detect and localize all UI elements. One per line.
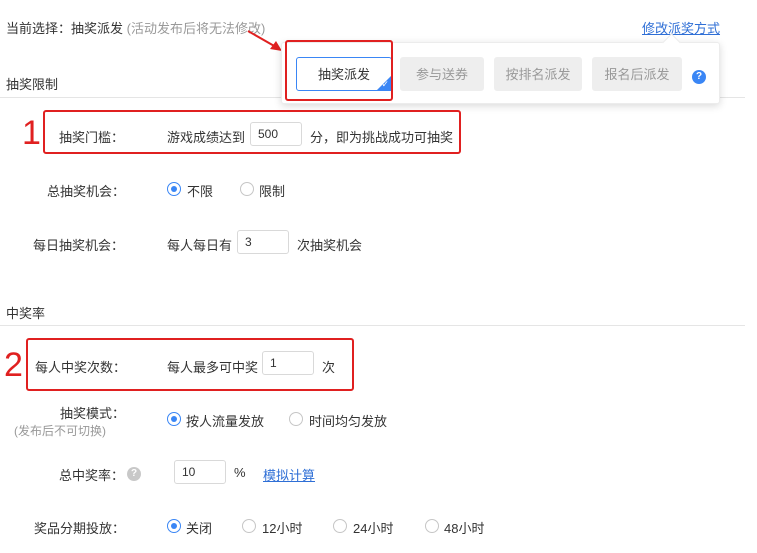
total-rate-unit: % xyxy=(234,465,246,480)
radio-staged-12h-label[interactable]: 12小时 xyxy=(262,518,302,537)
threshold-score-input[interactable] xyxy=(250,122,302,146)
radio-staged-48h-label[interactable]: 48小时 xyxy=(444,518,484,537)
option-participate-coupon[interactable]: 参与送券 xyxy=(400,57,484,91)
modify-method-link[interactable]: 修改派奖方式 xyxy=(642,18,720,37)
threshold-suffix: 分，即为挑战成功可抽奖 xyxy=(310,130,454,145)
daily-chance-suffix: 次抽奖机会 xyxy=(297,238,363,253)
option-rank-distribute[interactable]: 按排名派发 xyxy=(494,57,582,91)
radio-limited[interactable] xyxy=(240,182,254,196)
radio-staged-48h[interactable] xyxy=(425,519,439,533)
threshold-label: 抽奖门槛： xyxy=(59,130,125,145)
simulate-calc-link[interactable]: 模拟计算 xyxy=(263,465,315,484)
option-label: 参与送券 xyxy=(415,67,468,82)
annotation-box-option xyxy=(285,40,393,101)
option-after-signup[interactable]: 报名后派发 xyxy=(592,57,682,91)
annotation-marker-2: 2 xyxy=(4,346,23,384)
radio-unlimited-label[interactable]: 不限 xyxy=(187,181,213,200)
total-rate-label: 总中奖率： xyxy=(59,468,125,483)
radio-staged-24h-label[interactable]: 24小时 xyxy=(353,518,393,537)
radio-even-time-label[interactable]: 时间均匀发放 xyxy=(309,411,387,430)
threshold-prefix: 游戏成绩达到 xyxy=(167,130,246,145)
divider xyxy=(0,325,745,326)
option-label: 按排名派发 xyxy=(505,67,571,82)
total-rate-input[interactable] xyxy=(174,460,226,484)
mode-sublabel: (发布后不可切换) xyxy=(14,424,106,438)
section-title-win-rate: 中奖率 xyxy=(6,306,46,321)
section-title-lottery-limits: 抽奖限制 xyxy=(6,77,59,92)
mode-label: 抽奖模式： xyxy=(60,406,126,421)
radio-by-traffic[interactable] xyxy=(167,412,181,426)
help-icon[interactable]: ? xyxy=(127,467,141,481)
win-times-suffix: 次 xyxy=(322,360,336,375)
current-selection-note: (活动发布后将无法修改) xyxy=(126,21,266,36)
radio-staged-24h[interactable] xyxy=(333,519,347,533)
annotation-marker-1: 1 xyxy=(22,114,41,152)
radio-staged-12h[interactable] xyxy=(242,519,256,533)
radio-staged-off-label[interactable]: 关闭 xyxy=(186,518,212,537)
win-times-prefix: 每人最多可中奖 xyxy=(167,360,259,375)
daily-chance-input[interactable] xyxy=(237,230,289,254)
current-selection-text: 当前选择：抽奖派发 xyxy=(6,21,124,36)
win-times-input[interactable] xyxy=(262,351,314,375)
win-times-label: 每人中奖次数： xyxy=(35,360,127,375)
annotation-arrow-icon xyxy=(247,30,282,51)
staged-label: 奖品分期投放： xyxy=(34,521,126,536)
radio-even-time[interactable] xyxy=(289,412,303,426)
option-label: 报名后派发 xyxy=(604,67,670,82)
daily-chance-label: 每日抽奖机会： xyxy=(33,238,125,253)
radio-unlimited[interactable] xyxy=(167,182,181,196)
current-selection: 当前选择：抽奖派发 (活动发布后将无法修改) xyxy=(6,18,265,37)
help-icon[interactable]: ? xyxy=(692,70,706,84)
radio-by-traffic-label[interactable]: 按人流量发放 xyxy=(186,411,264,430)
radio-staged-off[interactable] xyxy=(167,519,181,533)
radio-limited-label[interactable]: 限制 xyxy=(259,181,285,200)
daily-chance-prefix: 每人每日有 xyxy=(167,238,233,253)
total-chance-label: 总抽奖机会： xyxy=(47,184,126,199)
